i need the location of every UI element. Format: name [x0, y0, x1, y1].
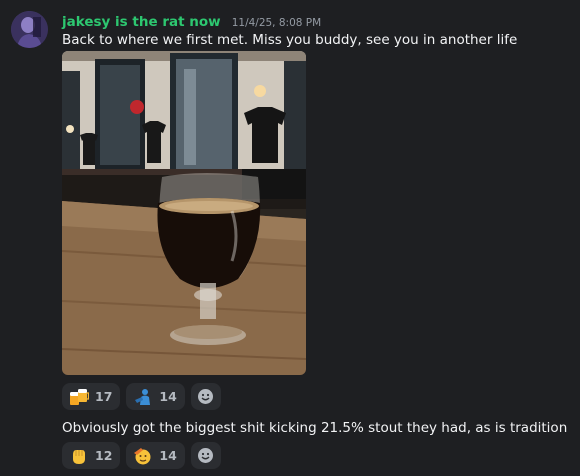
beer-mugs-icon	[70, 388, 89, 405]
avatar-image	[11, 11, 48, 48]
reaction-raised-fist[interactable]: 12	[62, 442, 121, 469]
add-reaction-button[interactable]	[190, 442, 221, 469]
saluting-face-icon	[134, 447, 151, 464]
avatar[interactable]	[11, 11, 48, 48]
smiley-add-icon	[198, 389, 214, 404]
smiley-add-icon	[198, 448, 214, 463]
reaction-count: 12	[95, 448, 113, 463]
stout-glass-photo	[62, 51, 306, 375]
reaction-bar: 17 14	[62, 383, 221, 410]
person-blue-icon	[135, 388, 151, 405]
message-text-followup: Obviously got the biggest shit kicking 2…	[62, 420, 568, 436]
attached-photo[interactable]	[62, 51, 306, 375]
message-text: Back to where we first met. Miss you bud…	[62, 32, 518, 48]
reaction-saluting-face[interactable]: 14	[126, 442, 185, 469]
reaction-count: 17	[95, 389, 113, 404]
reaction-bar: 12 14	[62, 442, 221, 469]
author-name[interactable]: jakesy is the rat now	[62, 14, 221, 30]
message-header: jakesy is the rat now 11/4/25, 8:08 PM	[62, 11, 322, 30]
chat-message: jakesy is the rat now 11/4/25, 8:08 PM B…	[0, 0, 580, 476]
reaction-beer-mugs[interactable]: 17	[62, 383, 121, 410]
raised-fist-icon	[73, 449, 85, 464]
reaction-person[interactable]: 14	[126, 383, 185, 410]
reaction-count: 14	[159, 389, 177, 404]
reaction-count: 14	[159, 448, 177, 463]
message-timestamp: 11/4/25, 8:08 PM	[231, 17, 322, 29]
add-reaction-button[interactable]	[190, 383, 221, 410]
